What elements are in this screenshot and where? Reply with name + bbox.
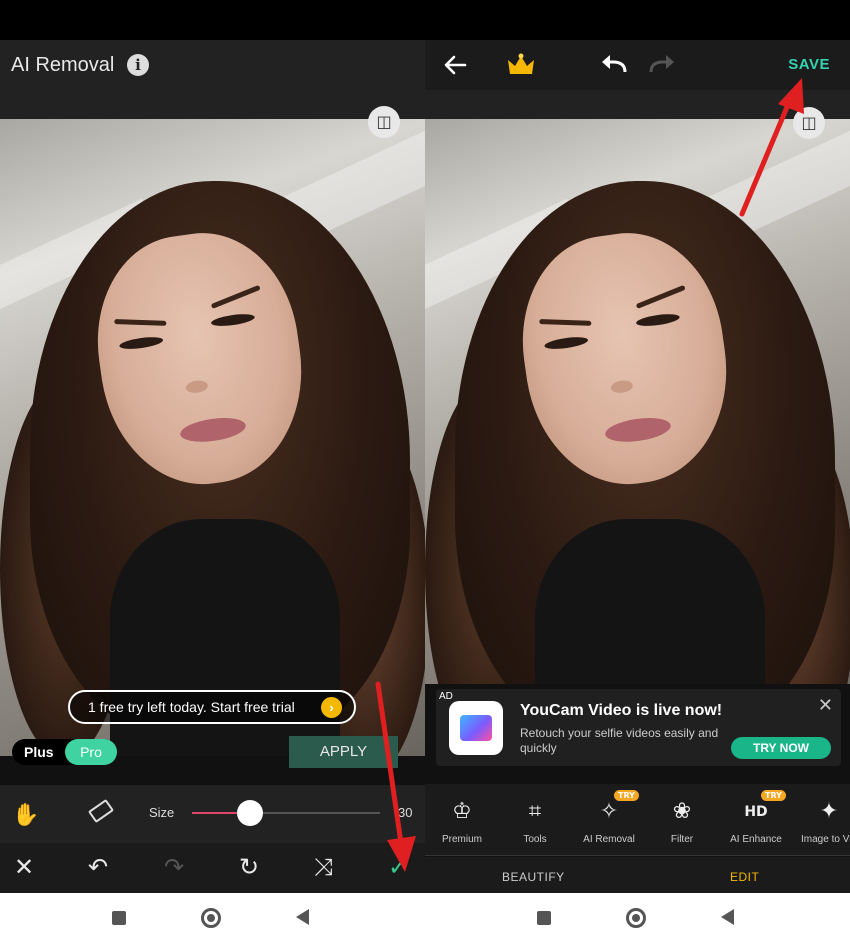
youcam-video-logo (449, 701, 503, 755)
eye (543, 335, 589, 352)
ad-tag: AD (439, 691, 453, 702)
free-trial-banner[interactable]: 1 free try left today. Start free trial … (68, 690, 356, 724)
eye (635, 312, 681, 329)
feature-label: AI Enhance (730, 834, 782, 845)
feature-tools[interactable]: ⌗ Tools (498, 796, 572, 845)
size-slider[interactable] (192, 800, 380, 826)
home-icon[interactable] (201, 908, 221, 928)
eyebrow (114, 319, 167, 326)
tab-edit[interactable]: EDIT (730, 870, 759, 884)
eye (118, 335, 164, 352)
photo-canvas[interactable] (425, 119, 850, 684)
try-now-button[interactable]: TRY NOW (731, 737, 831, 759)
chevron-right-icon: › (321, 697, 342, 718)
feature-ai-removal[interactable]: ✧ TRY AI Removal (572, 790, 646, 845)
tab-beautify[interactable]: BEAUTIFY (502, 870, 565, 884)
system-nav-bar (425, 893, 850, 944)
feature-ai-enhance[interactable]: HD TRY AI Enhance (719, 790, 793, 845)
feature-label: Premium (441, 834, 482, 845)
feature-image-to-video[interactable]: ✦ Image to Vid (792, 796, 850, 845)
redo-icon[interactable] (649, 54, 675, 74)
brush-toolbar: ✋ Size 30 (0, 785, 425, 843)
action-bar: ✕ ↶ ↷ ↻ ⤨ ✓ (0, 843, 425, 893)
back-triangle-icon[interactable] (721, 909, 734, 925)
image-to-video-icon: ✦ (819, 799, 839, 824)
try-badge: TRY (614, 790, 639, 801)
header: AI Removal i (0, 40, 425, 119)
shuffle-icon[interactable]: ⤨ (314, 853, 333, 881)
left-screen: AI Removal i ◫ ◫ 1 free try left today. … (0, 0, 425, 944)
ad-description: Retouch your selfie videos easily and qu… (520, 726, 719, 755)
feature-label: Tools (523, 834, 547, 845)
shirt (535, 519, 765, 684)
eyebrow (210, 284, 261, 309)
crown-icon[interactable] (507, 52, 535, 78)
try-badge: TRY (761, 790, 786, 801)
crown-outline-icon: ♔ (452, 799, 472, 824)
header-spacer (425, 90, 850, 119)
eraser-icon[interactable] (87, 798, 115, 824)
photo-canvas[interactable]: ◫ (0, 119, 425, 756)
ad-title: YouCam Video is live now! (520, 702, 723, 719)
redo-icon[interactable]: ↷ (164, 853, 184, 881)
plan-plus-option[interactable]: Plus (24, 744, 54, 760)
nose (185, 379, 209, 395)
nose (610, 379, 634, 395)
filter-circles-icon: ❀ (672, 799, 692, 824)
save-button[interactable]: SAVE (788, 56, 830, 73)
system-nav-bar (0, 893, 425, 944)
feature-label: AI Removal (583, 834, 635, 845)
home-icon[interactable] (626, 908, 646, 928)
brush-icon[interactable]: ✋ (12, 802, 39, 828)
free-trial-text: 1 free try left today. Start free trial (88, 699, 295, 715)
mode-tabs: BEAUTIFY EDIT (425, 857, 850, 893)
apply-button[interactable]: APPLY (289, 736, 398, 768)
lips (178, 414, 248, 446)
plan-pro-option[interactable]: Pro (65, 739, 117, 765)
size-value: 30 (398, 805, 413, 820)
ad-banner[interactable]: AD YouCam Video is live now! Retouch you… (436, 689, 841, 766)
page-title: AI Removal (11, 54, 115, 76)
undo-icon[interactable]: ↶ (88, 853, 108, 881)
eye (210, 312, 256, 329)
reset-icon[interactable]: ↻ (239, 853, 259, 881)
back-triangle-icon[interactable] (296, 909, 309, 925)
eyebrow (635, 284, 686, 309)
feature-toolbar: ♔ Premium ⌗ Tools ✧ TRY AI Removal ❀ Filt… (425, 784, 850, 856)
undo-icon[interactable] (601, 54, 627, 74)
hd-icon: HD TRY (719, 790, 793, 828)
back-arrow-icon[interactable] (443, 54, 467, 76)
plan-toggle[interactable]: Plus Pro (12, 739, 117, 765)
close-icon[interactable]: ✕ (14, 853, 34, 881)
feature-label: Image to Vid (801, 834, 850, 845)
info-icon[interactable]: i (127, 54, 149, 76)
size-label: Size (149, 805, 175, 820)
crop-icon: ⌗ (528, 799, 542, 824)
status-bar (0, 0, 425, 40)
header: SAVE (425, 40, 850, 90)
recents-icon[interactable] (537, 911, 551, 925)
compare-icon[interactable]: ◫ (368, 106, 400, 138)
sparkle-eraser-icon: ✧ TRY (572, 790, 646, 828)
feature-filter[interactable]: ❀ Filter (645, 796, 719, 845)
feature-label: Filter (670, 834, 694, 845)
eyebrow (539, 319, 592, 326)
checkmark-icon[interactable]: ✓ (388, 853, 408, 881)
recents-icon[interactable] (112, 911, 126, 925)
close-icon[interactable]: ✕ (818, 695, 833, 716)
status-bar (425, 0, 850, 40)
lips (603, 414, 673, 446)
compare-icon[interactable]: ◫ (793, 107, 825, 139)
right-screen: SAVE ◫ AD YouCam Video is live now! Reto… (425, 0, 850, 944)
size-slider-thumb[interactable] (237, 800, 264, 826)
feature-premium[interactable]: ♔ Premium (425, 796, 499, 845)
